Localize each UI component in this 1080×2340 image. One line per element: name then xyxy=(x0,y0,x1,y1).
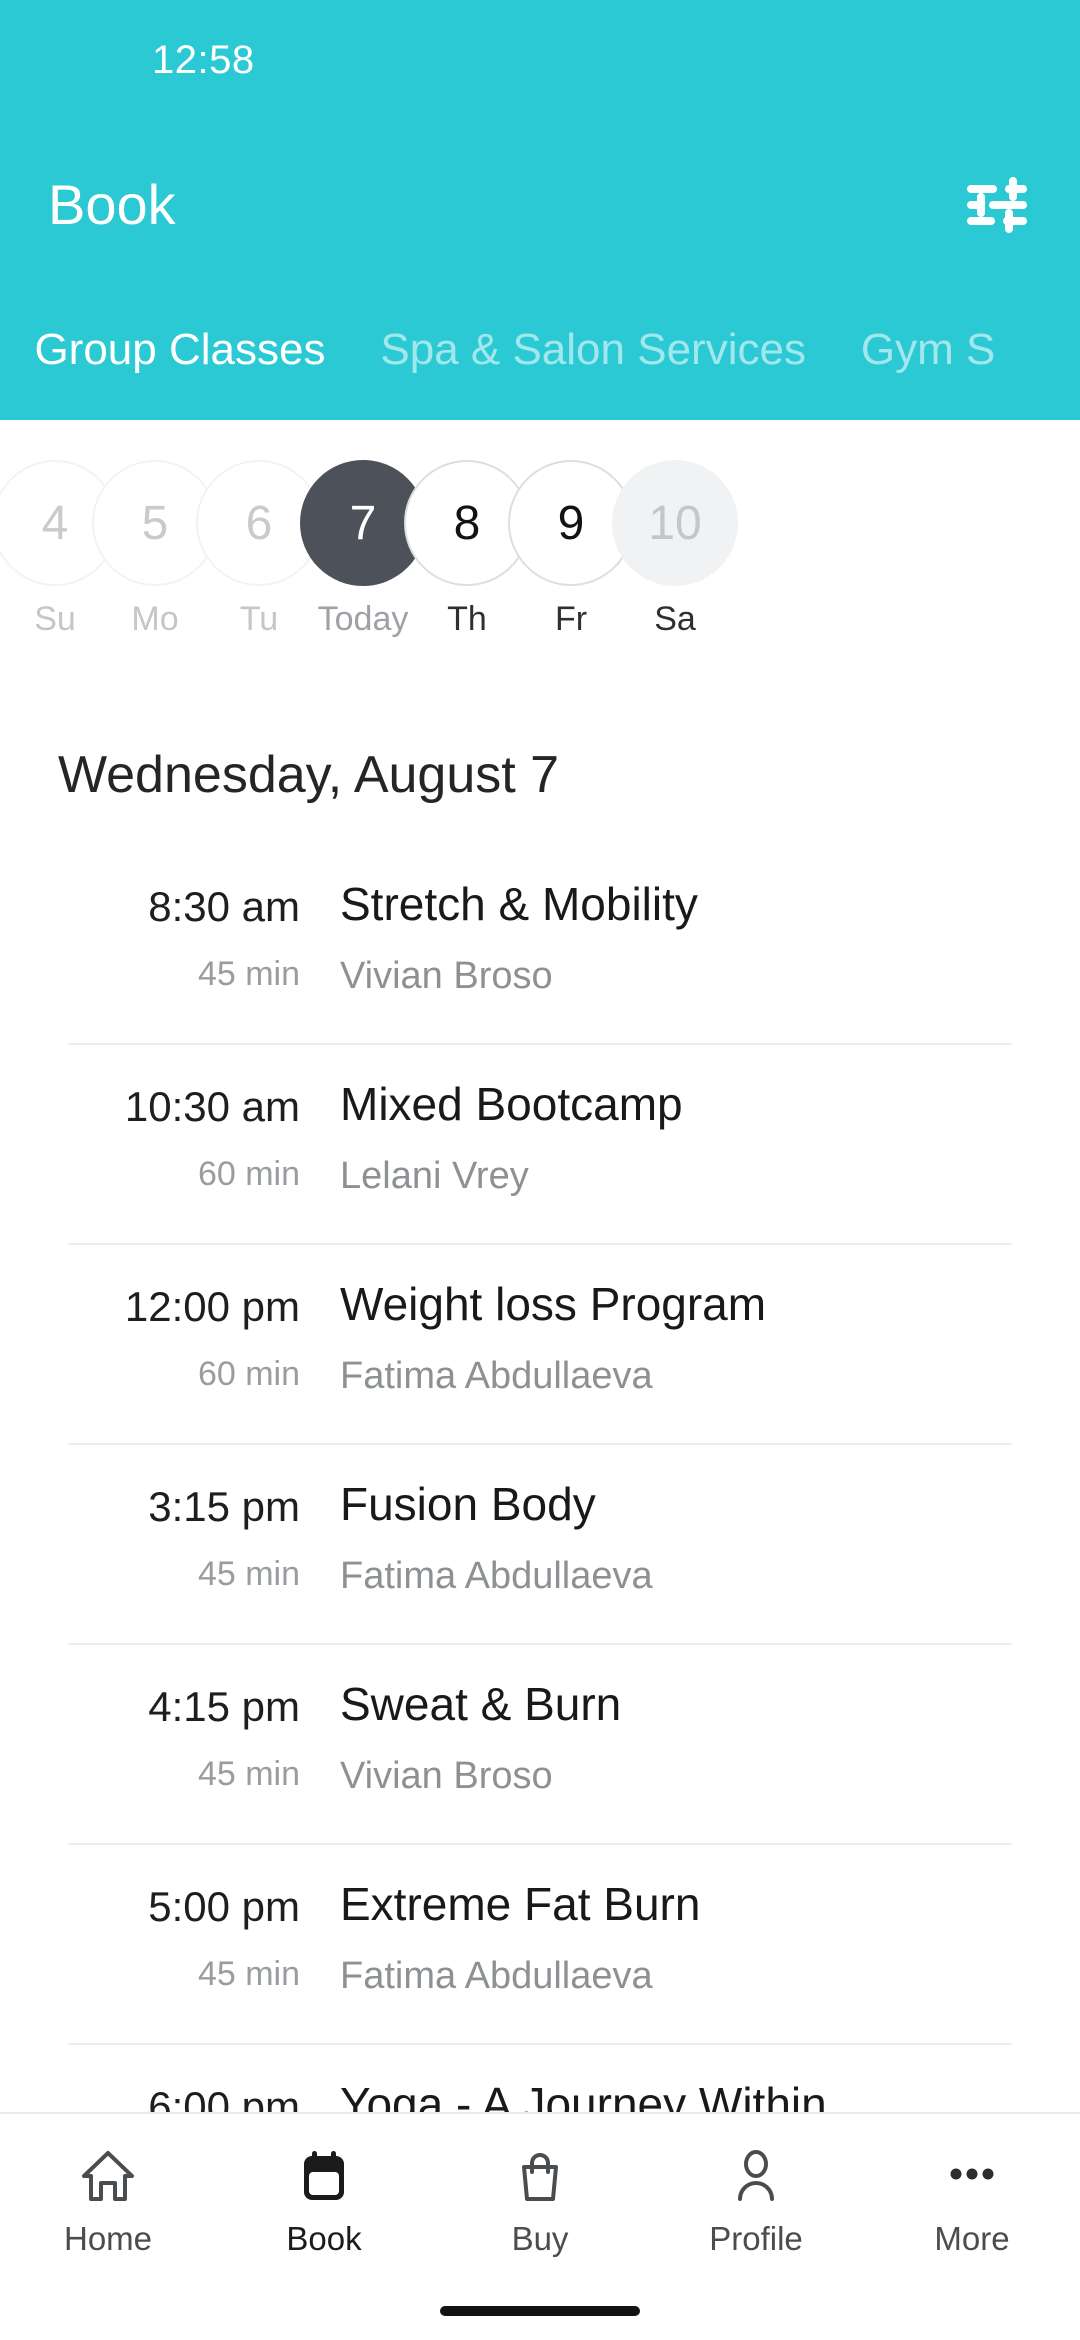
class-time: 5:00 pm xyxy=(148,1883,300,1930)
tune-icon xyxy=(965,175,1029,235)
class-list-item[interactable]: 4:15 pm 45 min Sweat & Burn Vivian Broso xyxy=(0,1645,1080,1845)
class-instructor: Lelani Vrey xyxy=(340,1155,529,1197)
bottom-navigation: Home Book Buy Profile More xyxy=(0,2112,1080,2340)
date-item-10[interactable]: 10 Sa xyxy=(598,460,752,639)
nav-item-buy[interactable]: Buy xyxy=(432,2114,648,2284)
tab-gym-services[interactable]: Gym S xyxy=(861,295,995,405)
tab-spa-salon-services[interactable]: Spa & Salon Services xyxy=(380,295,806,405)
nav-label: Buy xyxy=(511,2220,569,2257)
nav-label: Book xyxy=(286,2220,362,2257)
app-screen: 12:58 Book Group Classes Spa & Salon Ser… xyxy=(0,0,1080,2340)
class-instructor: Vivian Broso xyxy=(340,955,553,997)
class-list-item[interactable]: 5:00 pm 45 min Extreme Fat Burn Fatima A… xyxy=(0,1845,1080,2045)
class-list-item[interactable]: 12:00 pm 60 min Weight loss Program Fati… xyxy=(0,1245,1080,1445)
date-number: 10 xyxy=(612,460,738,586)
page-title: Book xyxy=(48,173,176,236)
calendar-icon xyxy=(295,2142,353,2210)
class-instructor: Fatima Abdullaeva xyxy=(340,1955,653,1997)
person-icon xyxy=(727,2142,785,2210)
nav-label: Profile xyxy=(709,2220,803,2257)
class-duration: 45 min xyxy=(197,1755,300,1793)
class-duration: 45 min xyxy=(197,1555,300,1593)
nav-item-profile[interactable]: Profile xyxy=(648,2114,864,2284)
class-title: Extreme Fat Burn xyxy=(340,1878,701,1930)
class-time: 3:15 pm xyxy=(148,1483,300,1530)
home-indicator[interactable] xyxy=(440,2306,640,2316)
class-list-item[interactable]: 8:30 am 45 min Stretch & Mobility Vivian… xyxy=(0,845,1080,1045)
class-title: Stretch & Mobility xyxy=(340,878,698,930)
class-duration: 60 min xyxy=(197,1355,300,1393)
date-day-label: Sa xyxy=(654,600,696,638)
status-time: 12:58 xyxy=(152,38,255,82)
class-instructor: Vivian Broso xyxy=(340,1755,553,1797)
class-instructor: Fatima Abdullaeva xyxy=(340,1355,653,1397)
class-title: Fusion Body xyxy=(340,1478,596,1530)
nav-item-home[interactable]: Home xyxy=(0,2114,216,2284)
class-title: Sweat & Burn xyxy=(340,1678,622,1730)
class-list-item[interactable]: 10:30 am 60 min Mixed Bootcamp Lelani Vr… xyxy=(0,1045,1080,1245)
app-bar: Book xyxy=(0,150,1080,260)
class-duration: 60 min xyxy=(197,1155,300,1193)
nav-label: More xyxy=(934,2220,1010,2257)
class-instructor: Fatima Abdullaeva xyxy=(340,1555,653,1597)
date-strip[interactable]: 4 Su 5 Mo 6 Tu 7 Today 8 Th 9 Fr 10 Sa xyxy=(0,420,1080,670)
class-duration: 45 min xyxy=(197,955,300,993)
class-title: Mixed Bootcamp xyxy=(340,1078,683,1130)
nav-label: Home xyxy=(63,2220,153,2257)
class-time: 10:30 am xyxy=(124,1083,300,1130)
filter-button[interactable] xyxy=(956,166,1038,244)
app-header: 12:58 Book Group Classes Spa & Salon Ser… xyxy=(0,0,1080,420)
category-tabs[interactable]: Group Classes Spa & Salon Services Gym S xyxy=(0,295,1080,405)
class-list[interactable]: 8:30 am 45 min Stretch & Mobility Vivian… xyxy=(0,845,1080,2145)
class-duration: 45 min xyxy=(197,1955,300,1993)
selected-date-heading: Wednesday, August 7 xyxy=(58,746,560,804)
nav-item-book[interactable]: Book xyxy=(216,2114,432,2284)
tab-group-classes[interactable]: Group Classes xyxy=(34,295,325,405)
nav-item-more[interactable]: More xyxy=(864,2114,1080,2284)
home-icon xyxy=(79,2142,137,2210)
class-time: 8:30 am xyxy=(148,883,300,930)
ellipsis-icon xyxy=(943,2142,1001,2210)
class-time: 4:15 pm xyxy=(148,1683,300,1730)
class-title: Weight loss Program xyxy=(340,1278,767,1330)
bag-icon xyxy=(511,2142,569,2210)
class-time: 12:00 pm xyxy=(124,1283,300,1330)
class-list-item[interactable]: 3:15 pm 45 min Fusion Body Fatima Abdull… xyxy=(0,1445,1080,1645)
status-bar: 12:58 xyxy=(0,38,1080,98)
